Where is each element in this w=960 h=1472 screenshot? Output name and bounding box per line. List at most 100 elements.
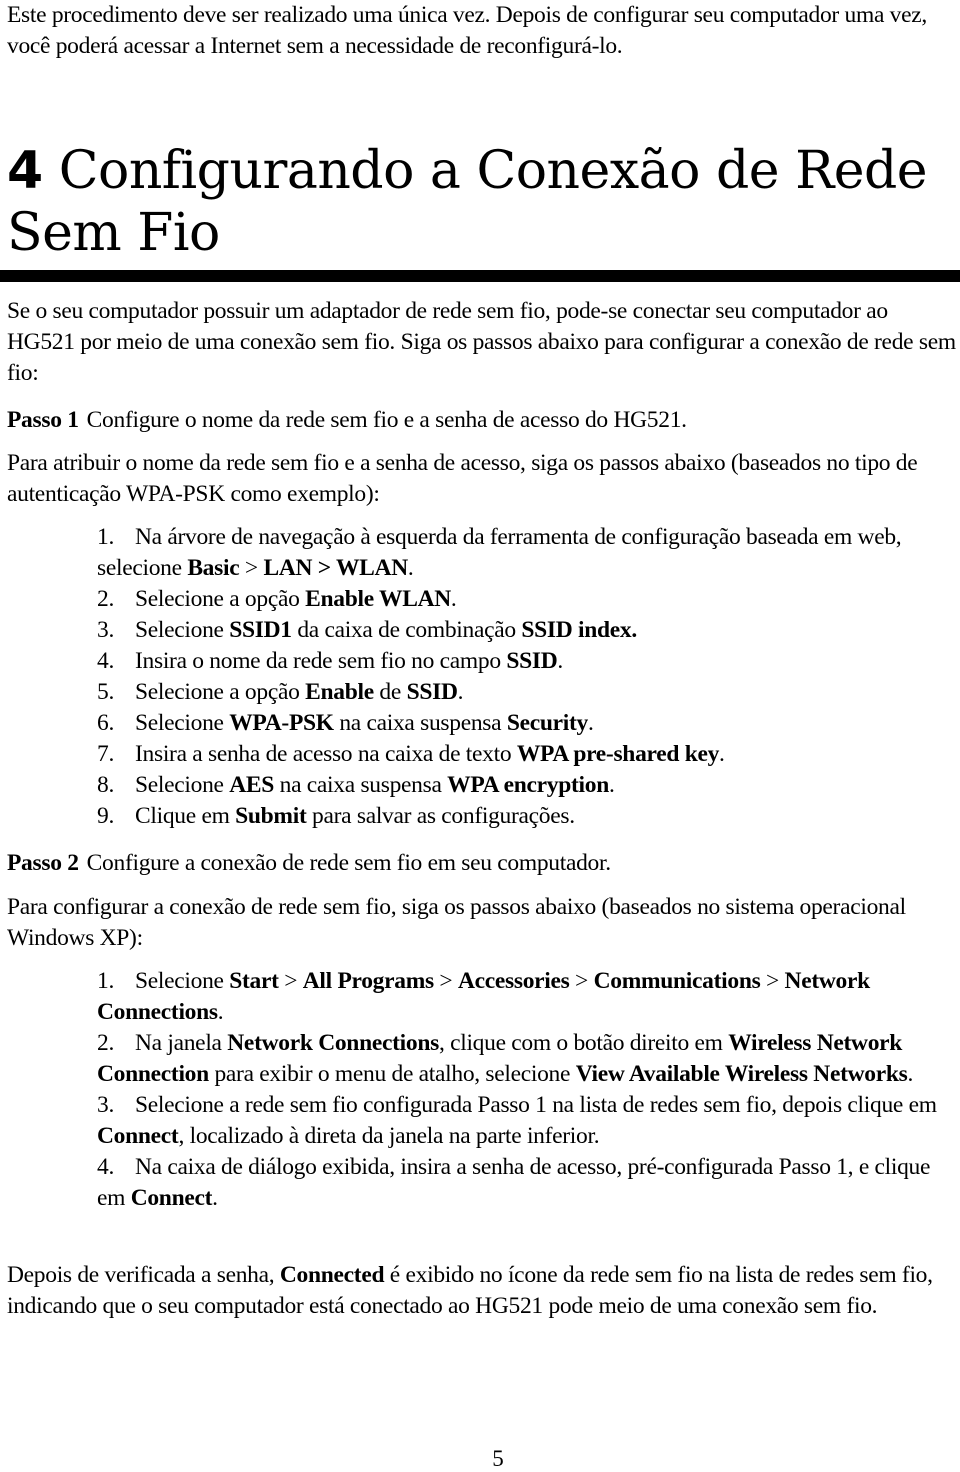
text-run: . (609, 772, 615, 798)
ui-term: SSID index. (521, 617, 637, 643)
text-run: na caixa suspensa (274, 772, 448, 798)
text-run: Selecione a rede sem fio configurada Pas… (135, 1092, 937, 1118)
ui-term: SSID1 (229, 617, 292, 643)
step-2-intro: Para configurar a conexão de rede sem fi… (7, 894, 906, 951)
text-run: Selecione (135, 968, 230, 994)
list-item: 8. Selecione AES na caixa suspensa WPA en… (97, 770, 957, 801)
text-run: Na caixa de diálogo exibida, insira a se… (97, 1154, 931, 1211)
section-title: Configurando a Conexão de Rede Sem Fio (7, 141, 928, 263)
step-1-heading: Passo 1 Configure o nome da rede sem fio … (7, 405, 957, 436)
list-item: 2. Selecione a opção Enable WLAN. (97, 584, 957, 615)
step-1-list: 1. Na árvore de navegação à esquerda da f… (97, 522, 957, 832)
text-run: da caixa de combinação (291, 617, 522, 643)
ui-term: Security (506, 710, 588, 736)
list-item-number: 2. (97, 586, 115, 612)
ui-term: Enable WLAN (305, 586, 451, 612)
ui-term: WPA-PSK (229, 710, 334, 736)
text-run: . (557, 648, 563, 674)
list-item-number: 5. (97, 679, 115, 705)
ui-term: WPA encryption (447, 772, 609, 798)
text-run: Selecione (135, 710, 230, 736)
ui-term: Enable (305, 679, 374, 705)
list-item-number: 4. (97, 648, 115, 674)
section-number: 4 (7, 141, 43, 201)
text-run: , clique com o botão direito em (438, 1030, 729, 1056)
text-run: , localizado à direta da janela na parte… (178, 1123, 600, 1149)
text-run: . (588, 710, 594, 736)
ui-term: SSID (506, 648, 558, 674)
list-item-number: 3. (97, 1092, 115, 1118)
text-run: . (457, 679, 464, 705)
text-run: Selecione (135, 772, 230, 798)
ui-term: Connected (279, 1262, 385, 1288)
ui-term: Accessories (457, 968, 570, 994)
text-run: de (373, 679, 407, 705)
text-run: . (719, 741, 725, 767)
list-item: 1. Selecione Start > All Programs > Acces… (97, 966, 957, 1028)
step-2-list: 1. Selecione Start > All Programs > Acces… (97, 966, 957, 1214)
text-run: > (433, 968, 458, 994)
list-item-number: 7. (97, 741, 115, 767)
text-run: Depois de verificada a senha, (7, 1262, 280, 1288)
text-run: . (407, 555, 414, 581)
page-number: 5 (492, 1446, 504, 1471)
text-run: > (239, 555, 264, 581)
list-item: 4. Insira o nome da rede sem fio no campo… (97, 646, 957, 677)
text-run: Selecione (135, 617, 230, 643)
text-run: para exibir o menu de atalho, selecione (208, 1061, 576, 1087)
list-item: 7. Insira a senha de acesso na caixa de t… (97, 739, 957, 770)
list-item-number: 1. (97, 968, 115, 994)
document-page: Este procedimento deve ser realizado uma… (0, 0, 960, 1472)
text-run: . (212, 1185, 218, 1211)
list-item-number: 1. (97, 524, 115, 550)
list-item: 3. Selecione SSID1 da caixa de combinação… (97, 615, 957, 646)
ui-term: Connect (130, 1185, 213, 1211)
step-1-label: Passo 1 (7, 407, 79, 433)
intro-paragraph: Este procedimento deve ser realizado uma… (7, 2, 927, 59)
text-run: . (217, 999, 224, 1025)
section-heading: 4 Configurando a Conexão de Rede Sem Fio (7, 140, 957, 264)
step-2-heading: Passo 2 Configure a conexão de rede sem f… (7, 848, 957, 879)
step-2-label: Passo 2 (7, 850, 79, 876)
ui-term: Network Connections (227, 1030, 439, 1056)
list-item-number: 9. (97, 803, 115, 829)
list-item: 5. Selecione a opção Enable de SSID. (97, 677, 957, 708)
list-item-number: 6. (97, 710, 115, 736)
ui-term: Communications (593, 968, 761, 994)
ui-term: Start (229, 968, 279, 994)
text-run: Insira a senha de acesso na caixa de tex… (135, 741, 517, 767)
ui-term: SSID (406, 679, 458, 705)
text-run: Insira o nome da rede sem fio no campo (135, 648, 507, 674)
text-run: . (450, 586, 457, 612)
ui-term: Basic (187, 555, 240, 581)
ui-term: LAN > WLAN (263, 555, 408, 581)
ui-term: All Programs (302, 968, 434, 994)
text-run: Selecione a opção (135, 586, 306, 612)
text-run: > (569, 968, 594, 994)
ui-term: Connect (97, 1123, 179, 1149)
text-run: Clique em (135, 803, 236, 829)
conclusion-paragraph: Depois de verificada a senha, Connected … (7, 1260, 957, 1322)
list-item: 1. Na árvore de navegação à esquerda da f… (97, 522, 957, 584)
text-run: Selecione a opção (135, 679, 306, 705)
ui-term: View Available Wireless Networks (575, 1061, 908, 1087)
list-item: 2. Na janela Network Connections, clique … (97, 1028, 957, 1090)
text-run: > (278, 968, 303, 994)
ui-term: Submit (235, 803, 307, 829)
ui-term: AES (229, 772, 275, 798)
heading-rule (0, 270, 960, 282)
list-item-number: 8. (97, 772, 115, 798)
ui-term: WPA pre-shared key (516, 741, 720, 767)
section-intro-paragraph: Se o seu computador possuir um adaptador… (7, 298, 956, 386)
text-run: para salvar as configurações. (306, 803, 575, 829)
text-run: > (760, 968, 785, 994)
list-item-number: 4. (97, 1154, 115, 1180)
list-item: 3. Selecione a rede sem fio configurada P… (97, 1090, 957, 1152)
text-run: na caixa suspensa (333, 710, 507, 736)
step-2-text: Configure a conexão de rede sem fio em s… (86, 850, 611, 876)
list-item: 9. Clique em Submit para salvar as config… (97, 801, 957, 832)
list-item-number: 2. (97, 1030, 115, 1056)
step-1-text: Configure o nome da rede sem fio e a sen… (86, 407, 687, 433)
text-run: Na janela (135, 1030, 228, 1056)
text-run: . (907, 1061, 914, 1087)
